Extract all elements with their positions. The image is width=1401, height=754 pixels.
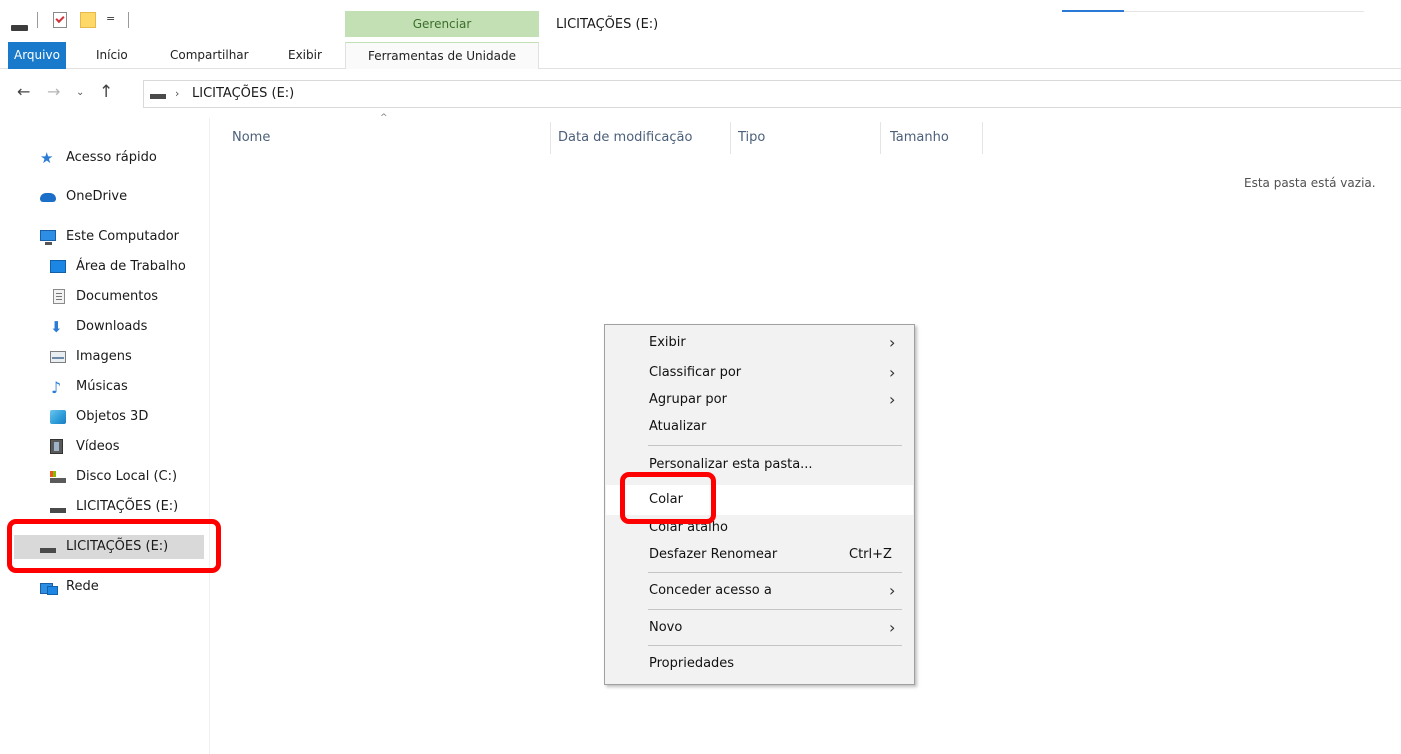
local-disk-icon xyxy=(50,470,66,484)
sidebar-item-label: Disco Local (C:) xyxy=(76,469,178,484)
music-icon xyxy=(50,376,66,400)
download-icon xyxy=(50,315,66,339)
properties-icon[interactable] xyxy=(53,12,67,28)
menu-separator xyxy=(648,445,902,446)
submenu-arrow-icon: › xyxy=(889,390,896,409)
new-folder-icon[interactable] xyxy=(80,12,96,28)
tab-ferramentas-de-unidade[interactable]: Ferramentas de Unidade xyxy=(345,42,539,69)
recent-locations-chevron-icon[interactable]: ⌄ xyxy=(76,87,84,98)
sidebar-item-label: Documentos xyxy=(76,289,159,304)
sidebar-item-label: Vídeos xyxy=(76,439,120,454)
submenu-arrow-icon: › xyxy=(889,333,896,352)
star-icon xyxy=(40,146,56,170)
drive-icon xyxy=(150,94,166,99)
submenu-arrow-icon: › xyxy=(889,618,896,637)
sidebar-item-label: Músicas xyxy=(76,379,128,394)
up-arrow-icon[interactable]: ↑ xyxy=(99,82,113,102)
tab-exibir[interactable]: Exibir xyxy=(280,42,330,69)
menu-item-conceder-acesso-a[interactable]: Conceder acesso a › xyxy=(606,576,913,606)
submenu-arrow-icon: › xyxy=(889,363,896,382)
menu-item-label: Classificar por xyxy=(649,365,742,380)
menu-item-label: Novo xyxy=(649,620,683,635)
toolbar-divider xyxy=(37,12,38,28)
menu-item-label: Desfazer Renomear xyxy=(649,547,778,562)
menu-item-exibir[interactable]: Exibir › xyxy=(606,328,913,358)
menu-item-atualizar[interactable]: Atualizar xyxy=(606,412,913,442)
drive-icon[interactable] xyxy=(11,25,28,31)
highlight-box-colar xyxy=(620,472,716,524)
quick-access-toolbar: = xyxy=(0,0,350,40)
menu-item-novo[interactable]: Novo › xyxy=(606,613,913,643)
window-title: LICITAÇÕES (E:) xyxy=(556,17,659,32)
computer-icon xyxy=(40,230,56,245)
column-divider[interactable] xyxy=(982,122,983,154)
menu-item-label: Propriedades xyxy=(649,656,735,671)
menu-item-shortcut: Ctrl+Z xyxy=(849,547,892,562)
menu-item-label: Agrupar por xyxy=(649,392,727,407)
ribbon-tabs: Arquivo Início Compartilhar Exibir Ferra… xyxy=(0,42,1401,69)
menu-item-label: Atualizar xyxy=(649,419,707,434)
menu-item-desfazer-renomear[interactable]: Desfazer Renomear Ctrl+Z xyxy=(606,540,913,570)
address-bar[interactable]: › LICITAÇÕES (E:) xyxy=(143,80,1401,108)
tab-inicio[interactable]: Início xyxy=(88,42,136,69)
sidebar-item-label: Este Computador xyxy=(66,229,180,244)
desktop-icon xyxy=(50,260,66,273)
navigation-pane: Acesso rápido OneDrive Este Computador Á… xyxy=(0,118,210,754)
breadcrumb-chevron-icon[interactable]: › xyxy=(175,87,179,100)
highlight-box-sidebar xyxy=(7,519,221,573)
submenu-arrow-icon: › xyxy=(889,581,896,600)
column-header-tamanho[interactable]: Tamanho xyxy=(890,130,949,145)
menu-separator xyxy=(648,645,902,646)
customize-toolbar-dropdown[interactable]: = xyxy=(106,12,115,25)
sidebar-item-label: Imagens xyxy=(76,349,132,364)
sidebar-item-label: OneDrive xyxy=(66,189,128,204)
column-divider[interactable] xyxy=(550,122,551,154)
sidebar-item-label: Objetos 3D xyxy=(76,409,149,424)
sidebar-item-label: Área de Trabalho xyxy=(76,259,186,274)
sidebar-item-label: Rede xyxy=(66,579,99,594)
contextual-tab-group-manage: Gerenciar xyxy=(345,11,539,37)
title-divider xyxy=(1124,11,1364,12)
tab-arquivo[interactable]: Arquivo xyxy=(8,42,66,69)
back-arrow-icon[interactable]: ← xyxy=(17,82,30,101)
menu-item-agrupar-por[interactable]: Agrupar por › xyxy=(606,385,913,415)
menu-item-propriedades[interactable]: Propriedades xyxy=(606,649,913,679)
cube-icon xyxy=(50,410,66,424)
sidebar-item-label: LICITAÇÕES (E:) xyxy=(76,499,179,514)
pictures-icon xyxy=(50,351,66,363)
menu-item-label: Conceder acesso a xyxy=(649,583,772,598)
column-header-data-de-modificacao[interactable]: Data de modificação xyxy=(558,130,692,145)
sidebar-item-label: Downloads xyxy=(76,319,148,334)
toolbar-divider xyxy=(128,12,129,28)
network-icon xyxy=(40,580,58,595)
navigation-bar: ← → ⌄ ↑ › LICITAÇÕES (E:) xyxy=(0,75,1401,115)
breadcrumb[interactable]: LICITAÇÕES (E:) xyxy=(192,86,294,101)
sort-ascending-icon: ^ xyxy=(380,113,388,123)
video-icon xyxy=(50,439,63,454)
column-divider[interactable] xyxy=(730,122,731,154)
title-accent-bar xyxy=(1062,10,1124,12)
menu-item-classificar-por[interactable]: Classificar por › xyxy=(606,358,913,388)
document-icon xyxy=(53,289,65,304)
forward-arrow-icon[interactable]: → xyxy=(47,82,60,101)
cloud-icon xyxy=(40,193,56,202)
tab-compartilhar[interactable]: Compartilhar xyxy=(162,42,257,69)
menu-item-label: Exibir xyxy=(649,335,686,350)
menu-separator xyxy=(648,609,902,610)
column-divider[interactable] xyxy=(880,122,881,154)
sidebar-item-label: Acesso rápido xyxy=(66,150,157,165)
column-header-tipo[interactable]: Tipo xyxy=(738,130,765,145)
empty-folder-message: Esta pasta está vazia. xyxy=(1244,176,1376,190)
drive-icon xyxy=(50,500,66,514)
menu-separator xyxy=(648,572,902,573)
column-header-nome[interactable]: Nome xyxy=(232,130,270,145)
